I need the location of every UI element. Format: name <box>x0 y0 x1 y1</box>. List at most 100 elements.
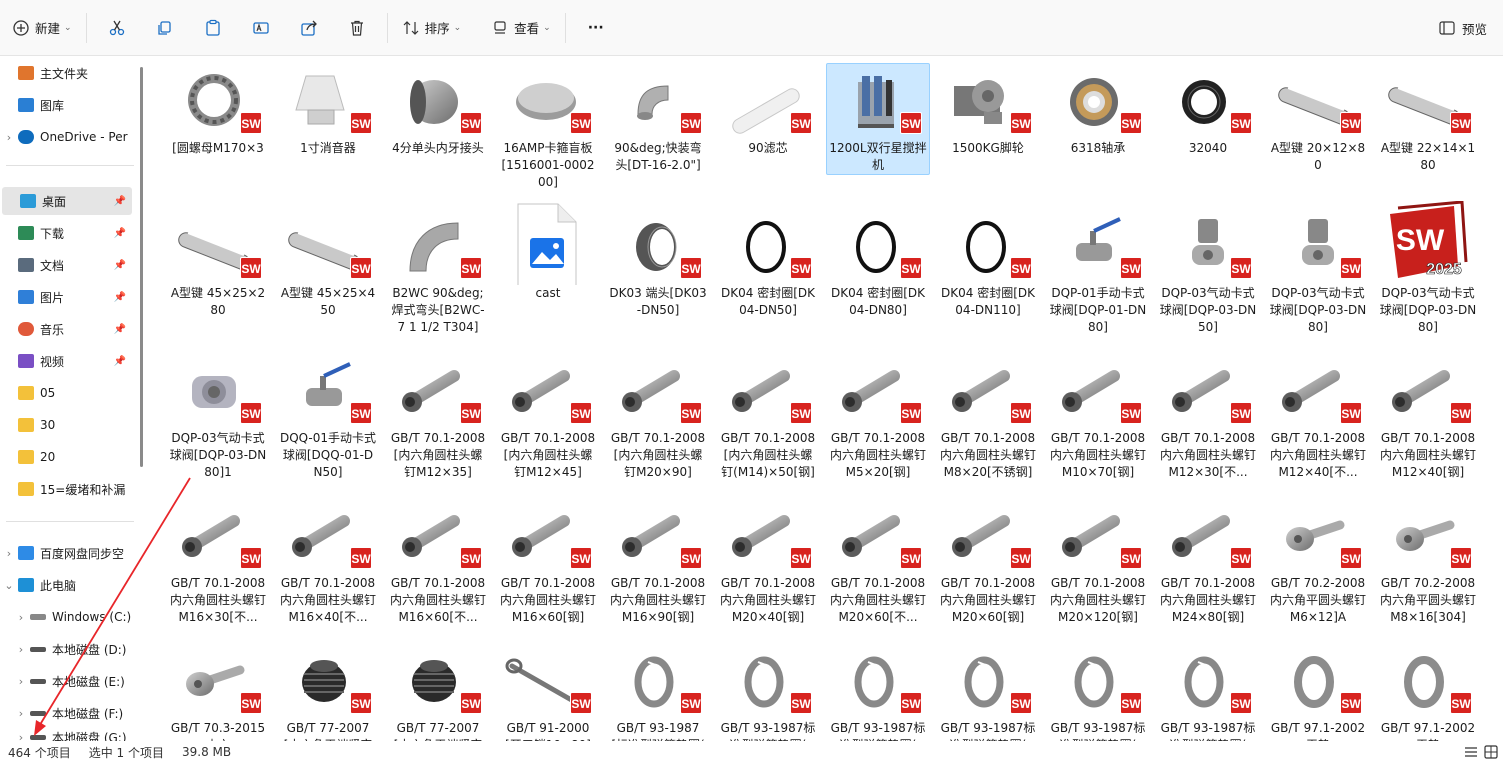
pin-icon[interactable]: 📌 <box>114 228 126 239</box>
file-item[interactable]: SW A型键 45×25×450 <box>276 208 380 320</box>
file-item[interactable]: SW DQP-03气动卡式球阀[DQP-03-DN80] <box>1266 208 1370 337</box>
file-item[interactable]: SW GB/T 70.1-2008内六角圆柱头螺钉M16×90[钢] <box>606 498 710 627</box>
file-item[interactable]: SW GB/T 70.1-2008[内六角圆柱头螺钉(M14)×50[钢] <box>716 353 820 482</box>
sidebar-item-folder-15[interactable]: 15=缓堵和补漏 <box>0 475 140 503</box>
file-item[interactable]: SW 1200L双行星搅拌机 <box>826 63 930 175</box>
file-item[interactable]: SW GB/T 91-2000[开口销10×80] <box>496 643 600 741</box>
sidebar-item-onedrive[interactable]: › OneDrive - Per <box>0 123 140 151</box>
file-item[interactable]: SW GB/T 70.1-2008内六角圆柱头螺钉M20×60[钢] <box>936 498 1040 627</box>
rename-button[interactable] <box>237 10 285 46</box>
pin-icon[interactable]: 📌 <box>114 324 126 335</box>
sidebar-item-drive-d[interactable]: › 本地磁盘 (D:) <box>0 635 140 663</box>
pin-icon[interactable]: 📌 <box>114 356 126 367</box>
pin-icon[interactable]: 📌 <box>114 260 126 271</box>
file-item[interactable]: SW GB/T 70.1-2008[内六角圆柱头螺钉M20×90] <box>606 353 710 482</box>
file-item[interactable]: SW 90&deg;快装弯头[DT-16-2.0"] <box>606 63 710 175</box>
view-button[interactable]: 查看 ⌄ <box>483 10 559 46</box>
file-item[interactable]: SW DQP-03气动卡式球阀[DQP-03-DN80]1 <box>166 353 270 482</box>
file-item[interactable]: SW GB/T 70.1-2008内六角圆柱头螺钉M20×120[钢] <box>1046 498 1150 627</box>
sidebar-item-this-pc[interactable]: ⌄ 此电脑 <box>0 571 140 599</box>
pin-icon[interactable]: 📌 <box>114 196 126 207</box>
file-item[interactable]: SW GB/T 93-1987标准型弹簧垫圈( <box>716 643 820 741</box>
file-item[interactable]: SW 32040 <box>1156 63 1260 158</box>
file-item[interactable]: SW GB/T 70.1-2008内六角圆柱头螺钉M5×20[钢] <box>826 353 930 482</box>
sidebar-item-gallery[interactable]: 图库 <box>0 91 140 119</box>
file-item[interactable]: SW DK04 密封圈[DK04-DN80] <box>826 208 930 320</box>
file-item[interactable]: SW GB/T 70.1-2008内六角圆柱头螺钉M12×40[不... <box>1266 353 1370 482</box>
sidebar-item-drive-f[interactable]: › 本地磁盘 (F:) <box>0 699 140 727</box>
sidebar-item-desktop[interactable]: 桌面 📌 <box>2 187 132 215</box>
chevron-right-icon[interactable]: › <box>12 675 30 688</box>
file-item[interactable]: SW B2WC 90&deg;焊式弯头[B2WC-7 1 1/2 T304] <box>386 208 490 337</box>
file-item[interactable]: SW GB/T 97.1-2002平垫 <box>1376 643 1480 741</box>
file-item[interactable]: SW GB/T 93-1987标准型弹簧垫圈( <box>1156 643 1260 741</box>
file-item[interactable]: SW GB/T 70.1-2008内六角圆柱头螺钉M20×40[钢] <box>716 498 820 627</box>
file-item[interactable]: SW GB/T 70.1-2008内六角圆柱头螺钉M16×40[不... <box>276 498 380 627</box>
file-item[interactable]: SW GB/T 70.1-2008内六角圆柱头螺钉M12×30[不... <box>1156 353 1260 482</box>
file-item[interactable]: SW GB/T 93-1987标准型弹簧垫圈( <box>1046 643 1150 741</box>
chevron-right-icon[interactable]: › <box>0 131 18 144</box>
sidebar-item-folder-05[interactable]: 05 <box>0 379 140 407</box>
file-item[interactable]: SW A型键 20×12×80 <box>1266 63 1370 175</box>
cut-button[interactable] <box>93 10 141 46</box>
share-button[interactable] <box>285 10 333 46</box>
file-item[interactable]: SW A型键 22×14×180 <box>1376 63 1480 175</box>
chevron-right-icon[interactable]: › <box>12 611 30 624</box>
file-item[interactable]: SW 2025 DQP-03气动卡式球阀[DQP-03-DN80] <box>1376 200 1480 337</box>
file-item[interactable]: SW GB/T 70.1-2008[内六角圆柱头螺钉M12×45] <box>496 353 600 482</box>
sidebar-item-pictures[interactable]: 图片 📌 <box>0 283 132 311</box>
file-item[interactable]: SW GB/T 70.1-2008内六角圆柱头螺钉M20×60[不... <box>826 498 930 627</box>
file-item[interactable]: SW [圆螺母M170×3 <box>166 63 270 158</box>
copy-button[interactable] <box>141 10 189 46</box>
new-button[interactable]: 新建 ⌄ <box>4 10 80 46</box>
file-item[interactable]: SW DQP-01手动卡式球阀[DQP-01-DN80] <box>1046 208 1150 337</box>
pin-icon[interactable]: 📌 <box>114 292 126 303</box>
preview-pane-button[interactable]: 预览 <box>1430 10 1495 46</box>
file-item[interactable]: SW GB/T 70.1-2008内六角圆柱头螺钉M16×60[钢] <box>496 498 600 627</box>
file-item[interactable]: SW 1500KG脚轮 <box>936 63 1040 158</box>
chevron-right-icon[interactable]: › <box>12 643 30 656</box>
file-item[interactable]: SW GB/T 70.2-2008内六角平圆头螺钉M6×12]A <box>1266 498 1370 627</box>
chevron-right-icon[interactable]: › <box>12 707 30 720</box>
file-item[interactable]: SW GB/T 70.1-2008内六角圆柱头螺钉M12×40[钢] <box>1376 353 1480 482</box>
file-item[interactable]: SW DQP-03气动卡式球阀[DQP-03-DN50] <box>1156 208 1260 337</box>
file-item[interactable]: SW GB/T 70.1-2008内六角圆柱头螺钉M24×80[钢] <box>1156 498 1260 627</box>
sidebar-item-videos[interactable]: 视频 📌 <box>0 347 132 375</box>
sidebar-item-music[interactable]: 音乐 📌 <box>0 315 132 343</box>
file-item[interactable]: SW GB/T 77-2007[内六角平端紧定 <box>276 643 380 741</box>
sidebar-item-baidu[interactable]: › 百度网盘同步空 <box>0 539 140 567</box>
file-item[interactable]: SW 4分单头内牙接头 <box>386 63 490 158</box>
file-item[interactable]: SW GB/T 70.2-2008内六角平圆头螺钉M8×16[304] <box>1376 498 1480 627</box>
file-item[interactable]: SW A型键 45×25×280 <box>166 208 270 320</box>
file-item[interactable]: SW GB/T 70.1-2008[内六角圆柱头螺钉M12×35] <box>386 353 490 482</box>
delete-button[interactable] <box>333 10 381 46</box>
file-item[interactable]: SW GB/T 70.3-2015内六 <box>166 643 270 741</box>
sort-button[interactable]: 排序 ⌄ <box>394 10 470 46</box>
sidebar-item-home[interactable]: 主文件夹 <box>0 59 140 87</box>
file-item[interactable]: SW GB/T 93-1987标准型弹簧垫圈( <box>936 643 1040 741</box>
more-options-button[interactable]: ··· <box>572 10 620 46</box>
file-item[interactable]: SW DK03 端头[DK03-DN50] <box>606 208 710 320</box>
chevron-down-icon[interactable]: ⌄ <box>0 579 18 592</box>
file-item[interactable]: SW GB/T 70.1-2008内六角圆柱头螺钉M16×30[不... <box>166 498 270 627</box>
file-item[interactable]: SW GB/T 70.1-2008内六角圆柱头螺钉M8×20[不锈钢] <box>936 353 1040 482</box>
file-item[interactable]: SW 6318轴承 <box>1046 63 1150 158</box>
file-item[interactable]: SW 16AMP卡箍盲板[1516001-000200] <box>496 63 600 192</box>
paste-button[interactable] <box>189 10 237 46</box>
sidebar-item-folder-30[interactable]: 30 <box>0 411 140 439</box>
sidebar-scrollbar[interactable] <box>140 67 143 467</box>
details-view-icon[interactable] <box>1464 745 1478 759</box>
file-item[interactable]: SW 1寸消音器 <box>276 63 380 158</box>
file-item[interactable]: SW DK04 密封圈[DK04-DN110] <box>936 208 1040 320</box>
file-item[interactable]: cast <box>496 203 600 303</box>
file-item[interactable]: SW GB/T 77-2007[内六角平端紧定 <box>386 643 490 741</box>
file-item[interactable]: SW DQQ-01手动卡式球阀[DQQ-01-DN50] <box>276 353 380 482</box>
file-item[interactable]: SW GB/T 93-1987[标准型弹簧垫圈( <box>606 643 710 741</box>
file-item[interactable]: SW GB/T 70.1-2008内六角圆柱头螺钉M16×60[不... <box>386 498 490 627</box>
sidebar-item-drive-c[interactable]: › Windows (C:) <box>0 603 140 631</box>
file-item[interactable]: SW 90滤芯 <box>716 63 820 158</box>
sidebar-item-drive-e[interactable]: › 本地磁盘 (E:) <box>0 667 140 695</box>
file-item[interactable]: SW GB/T 97.1-2002平垫 <box>1266 643 1370 741</box>
tiles-view-icon[interactable] <box>1484 745 1498 759</box>
file-item[interactable]: SW GB/T 70.1-2008内六角圆柱头螺钉M10×70[钢] <box>1046 353 1150 482</box>
